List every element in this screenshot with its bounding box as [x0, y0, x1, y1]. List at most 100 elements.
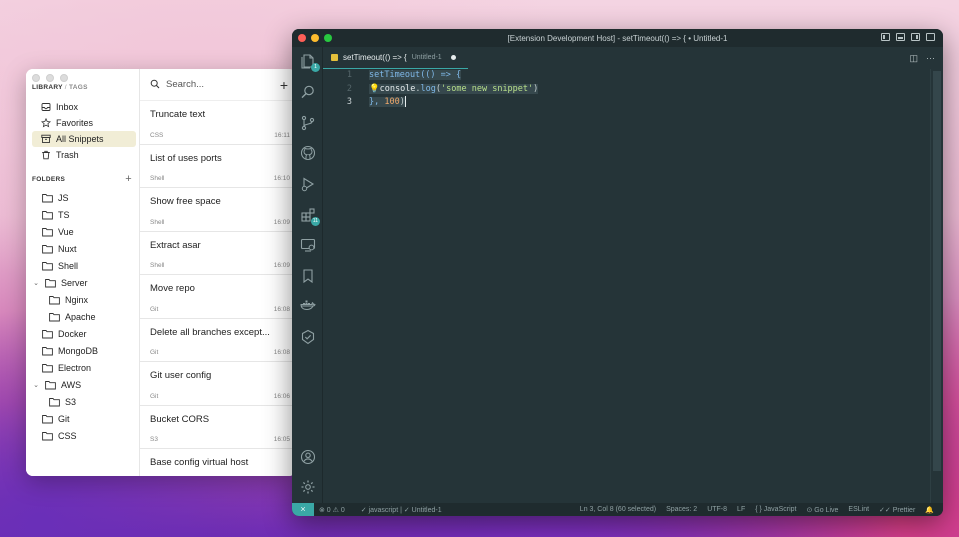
bookmark-icon[interactable]	[300, 268, 316, 284]
folder-nginx[interactable]: Nginx	[32, 291, 136, 308]
folder-css[interactable]: CSS	[32, 427, 136, 444]
cursor-position-status[interactable]: Ln 3, Col 8 (60 selected)	[575, 506, 661, 513]
tab-untitled-1[interactable]: setTimeout(() => { Untitled-1	[323, 47, 468, 69]
library-item-all-snippets[interactable]: All Snippets	[32, 131, 136, 147]
folder-mongodb[interactable]: MongoDB	[32, 342, 136, 359]
snippet-item[interactable]: Show free space Shell 16:09	[140, 188, 296, 232]
folder-shell[interactable]: Shell	[32, 257, 136, 274]
add-snippet-button[interactable]: +	[280, 77, 288, 93]
indentation-status[interactable]: Spaces: 2	[661, 506, 702, 513]
snippet-language: Git	[150, 305, 159, 313]
code-token: console	[379, 83, 416, 94]
masscode-window: LIBRARY / TAGS Inbox Favorites All Snipp…	[26, 69, 296, 476]
close-window-button[interactable]	[298, 34, 306, 42]
snippet-item[interactable]: Delete all branches except... Git 16:08	[140, 319, 296, 362]
toggle-sidebar-icon[interactable]	[881, 33, 890, 41]
snippet-name: Extract asar	[150, 239, 201, 251]
folder-icon	[42, 193, 53, 202]
folder-label: MongoDB	[58, 345, 99, 356]
folders-title: FOLDERS	[32, 175, 66, 183]
chevron-down-icon[interactable]: ⌄	[32, 279, 40, 287]
prettier-status[interactable]: ✓✓ Prettier	[874, 506, 920, 514]
customize-layout-icon[interactable]	[926, 33, 935, 41]
snippet-language: S3	[150, 436, 158, 443]
encoding-status[interactable]: UTF-8	[702, 506, 732, 513]
code-line: setTimeout(() => {	[369, 69, 538, 83]
code-token: 100	[384, 97, 400, 107]
folder-aws[interactable]: ⌄ AWS	[32, 376, 136, 393]
source-control-icon[interactable]	[300, 115, 316, 131]
snippet-item[interactable]: List of uses ports Shell 16:10	[140, 145, 296, 188]
folder-apache[interactable]: Apache	[32, 308, 136, 325]
extensions-icon[interactable]: 11	[300, 207, 320, 226]
tab-title: setTimeout(() => {	[343, 53, 407, 62]
github-icon[interactable]	[300, 145, 316, 161]
remote-explorer-icon[interactable]	[300, 237, 316, 253]
code-content[interactable]: setTimeout(() => { 💡console.log('some ne…	[369, 69, 539, 110]
search-input[interactable]: Search...	[166, 79, 274, 90]
text-cursor	[404, 96, 406, 107]
minimize-window-button[interactable]	[46, 74, 54, 82]
search-icon[interactable]	[300, 84, 316, 100]
snippet-item[interactable]: Git user config Git 16:06	[140, 362, 296, 406]
folder-ts[interactable]: TS	[32, 206, 136, 223]
snippet-item[interactable]: Move repo Git 16:08	[140, 275, 296, 319]
snippet-item[interactable]: Bucket CORS S3 16:05	[140, 406, 296, 449]
chevron-down-icon[interactable]: ⌄	[32, 381, 40, 389]
lightbulb-icon[interactable]: 💡	[369, 84, 380, 94]
eslint-status[interactable]: ESLint	[843, 506, 874, 513]
folder-js[interactable]: JS	[32, 189, 136, 206]
unsaved-dot-icon[interactable]	[450, 55, 456, 60]
library-item-favorites[interactable]: Favorites	[32, 115, 136, 131]
snippet-language: Git	[150, 349, 159, 356]
folder-icon	[49, 295, 60, 304]
go-live-status[interactable]: ⊙ Go Live	[801, 506, 843, 514]
docker-icon[interactable]	[300, 298, 316, 314]
toggle-panel-icon[interactable]	[896, 33, 905, 41]
folder-vue[interactable]: Vue	[32, 223, 136, 240]
notifications-bell-icon[interactable]: 🔔	[920, 506, 939, 514]
language-mode-status[interactable]: { } JavaScript	[750, 506, 801, 513]
folder-electron[interactable]: Electron	[32, 359, 136, 376]
tags-tab[interactable]: TAGS	[69, 84, 88, 91]
settings-gear-icon[interactable]	[300, 479, 316, 495]
vertical-scrollbar[interactable]	[933, 71, 941, 471]
folder-icon	[49, 312, 60, 321]
snippet-item[interactable]: Truncate text CSS 16:11	[140, 101, 296, 145]
split-editor-icon[interactable]: ◫	[909, 53, 918, 64]
snippet-item[interactable]: Extract asar Shell 16:09	[140, 232, 296, 275]
testing-icon[interactable]	[300, 329, 316, 345]
snippet-item[interactable]: Base config virtual host	[140, 449, 296, 476]
minimize-window-button[interactable]	[311, 34, 319, 42]
library-item-trash[interactable]: Trash	[32, 147, 136, 163]
add-folder-button[interactable]: +	[125, 173, 132, 185]
javascript-file-icon	[331, 54, 338, 61]
library-tab[interactable]: LIBRARY	[32, 84, 63, 91]
library-item-inbox[interactable]: Inbox	[32, 99, 136, 115]
folder-git[interactable]: Git	[32, 410, 136, 427]
folder-nuxt[interactable]: Nuxt	[32, 240, 136, 257]
remote-indicator-icon[interactable]: ⨯	[292, 503, 314, 516]
zoom-window-button[interactable]	[60, 74, 68, 82]
toggle-secondary-sidebar-icon[interactable]	[911, 33, 920, 41]
library-item-label: Trash	[56, 150, 79, 160]
folder-icon	[42, 414, 53, 423]
code-editor[interactable]: 1 2 3 setTimeout(() => { 💡console.log('s…	[323, 69, 943, 503]
folder-s3[interactable]: S3	[32, 393, 136, 410]
snippet-language: Shell	[150, 218, 165, 226]
eslint-language-status[interactable]: ✓ javascript | ✓ Untitled-1	[356, 506, 447, 514]
explorer-icon[interactable]: 1	[300, 53, 320, 72]
close-window-button[interactable]	[32, 74, 40, 82]
folder-docker[interactable]: Docker	[32, 325, 136, 342]
folder-label: Vue	[58, 226, 74, 237]
problems-status[interactable]: ⊗ 0 ⚠ 0	[314, 506, 350, 514]
line-number: 3	[346, 97, 352, 107]
folder-server[interactable]: ⌄ Server	[32, 274, 136, 291]
accounts-icon[interactable]	[300, 449, 316, 465]
zoom-window-button[interactable]	[324, 34, 332, 42]
folder-icon	[42, 329, 53, 338]
run-debug-icon[interactable]	[300, 176, 316, 192]
more-actions-icon[interactable]: ···	[926, 53, 935, 64]
eol-status[interactable]: LF	[732, 506, 750, 513]
folder-icon	[49, 397, 60, 406]
